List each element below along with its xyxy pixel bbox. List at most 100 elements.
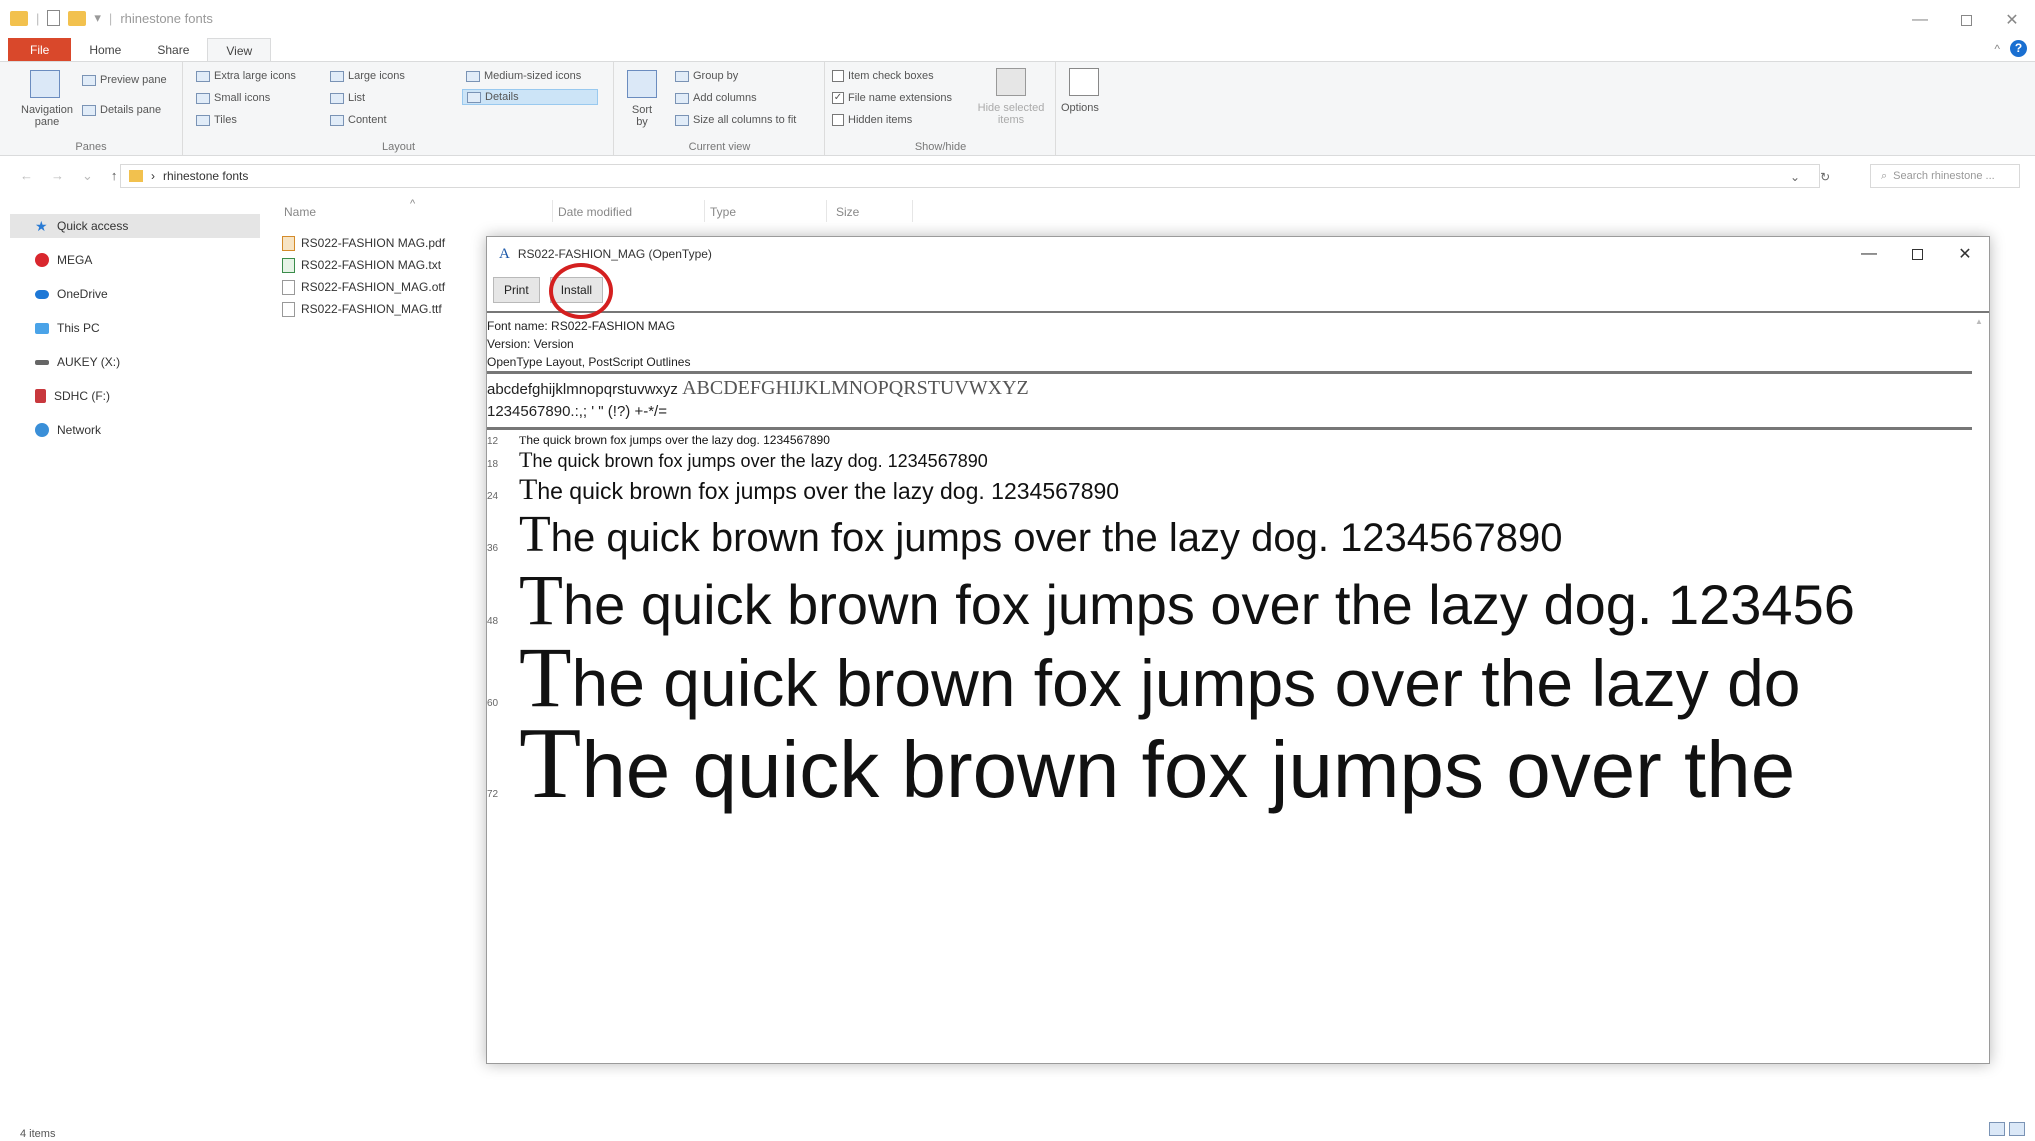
- file-row[interactable]: RS022-FASHION_MAG.ttf: [282, 298, 442, 320]
- address-dropdown-icon[interactable]: ⌄: [1790, 170, 1800, 184]
- sample-size: 18: [487, 459, 499, 470]
- tab-file[interactable]: File: [8, 38, 72, 62]
- minimize-button[interactable]: —: [1897, 0, 1943, 40]
- nav-item-quick-access[interactable]: ★ Quick access: [10, 214, 260, 238]
- preview-pane-label: Preview pane: [100, 74, 167, 86]
- layout-medium-icons[interactable]: Medium-sized icons: [466, 70, 581, 82]
- layout-tiles[interactable]: Tiles: [196, 114, 237, 126]
- hidden-items[interactable]: Hidden items: [832, 114, 912, 126]
- font-window-scrollbar[interactable]: ▲: [1975, 317, 1985, 1057]
- drop-cap: T: [519, 707, 582, 820]
- back-arrow-icon[interactable]: ←: [20, 168, 33, 184]
- font-metadata: Font name: RS022-FASHION MAG Version: Ve…: [487, 317, 690, 371]
- column-size[interactable]: Size: [836, 205, 859, 219]
- options-icon[interactable]: [1069, 68, 1099, 96]
- item-check-boxes[interactable]: Item check boxes: [832, 70, 934, 82]
- layout-content[interactable]: Content: [330, 114, 387, 126]
- collapse-ribbon-icon[interactable]: ^: [1994, 42, 2000, 56]
- font-maximize-button[interactable]: [1893, 237, 1941, 271]
- font-file-icon: [282, 279, 295, 295]
- group-by-label: Group by: [693, 70, 739, 82]
- details-view-icon[interactable]: [1989, 1122, 2005, 1136]
- breadcrumb-chevron-icon[interactable]: ›: [151, 169, 155, 183]
- sort-by-button[interactable]: Sort by: [627, 104, 657, 128]
- group-by-button[interactable]: Group by: [675, 70, 738, 82]
- close-button[interactable]: ✕: [1989, 0, 2035, 40]
- hide-selected-icon[interactable]: [996, 68, 1026, 96]
- column-divider[interactable]: [704, 200, 705, 222]
- hidden-items-checkbox[interactable]: [832, 114, 844, 126]
- details-pane-icon: [82, 104, 96, 116]
- layout-details[interactable]: Details: [462, 89, 598, 105]
- column-divider[interactable]: [552, 200, 553, 222]
- file-name: RS022-FASHION MAG.txt: [301, 258, 442, 272]
- file-row[interactable]: RS022-FASHION MAG.txt: [282, 254, 441, 276]
- nav-item-aukey[interactable]: AUKEY (X:): [10, 350, 260, 374]
- navigation-pane-icon[interactable]: [30, 70, 60, 98]
- sample-text: The quick brown fox jumps over the lazy …: [519, 473, 1119, 507]
- scroll-up-icon[interactable]: ▲: [1975, 317, 1985, 326]
- options-button[interactable]: Options: [1061, 102, 1099, 114]
- add-columns-button[interactable]: Add columns: [675, 92, 757, 104]
- print-button[interactable]: Print: [493, 277, 540, 303]
- ribbon: Navigation pane Preview pane Details pan…: [0, 61, 2035, 156]
- font-close-button[interactable]: ✕: [1941, 237, 1989, 271]
- column-type[interactable]: Type: [710, 205, 736, 219]
- sample-row-24: 24 The quick brown fox jumps over the la…: [487, 473, 1119, 507]
- network-icon: [35, 423, 49, 437]
- column-divider[interactable]: [912, 200, 913, 222]
- quick-access-toolbar: | ▾ | rhinestone fonts: [10, 10, 213, 26]
- layout-extra-large-icons[interactable]: Extra large icons: [196, 70, 296, 82]
- preview-pane-button[interactable]: Preview pane: [82, 74, 167, 86]
- nav-label: Network: [57, 423, 102, 437]
- nav-label: This PC: [57, 321, 100, 335]
- nav-item-network[interactable]: Network: [10, 418, 260, 442]
- sort-by-icon[interactable]: [627, 70, 657, 98]
- address-bar[interactable]: › rhinestone fonts: [120, 164, 1820, 188]
- refresh-icon[interactable]: ↻: [1820, 170, 1830, 184]
- address-bar-row: ← → ⌄ ↑ › rhinestone fonts ⌄ ↻ ⌕ Search …: [0, 160, 2035, 192]
- file-row[interactable]: RS022-FASHION MAG.pdf: [282, 232, 445, 254]
- tab-home[interactable]: Home: [71, 38, 139, 62]
- item-check-boxes-checkbox[interactable]: [832, 70, 844, 82]
- recent-chevron-icon[interactable]: ⌄: [82, 168, 93, 184]
- breadcrumb-path[interactable]: rhinestone fonts: [163, 169, 248, 183]
- file-name-extensions[interactable]: ✓ File name extensions: [832, 92, 952, 104]
- digit-chars: 1234567890.:,; ' " (!?) +-*/=: [487, 403, 667, 420]
- sample-size: 36: [487, 543, 499, 554]
- hide-selected-button[interactable]: Hide selected items: [976, 102, 1046, 126]
- layout-large-icons[interactable]: Large icons: [330, 70, 405, 82]
- sample-body: he quick brown fox jumps over the lazy d…: [532, 451, 988, 471]
- details-pane-button[interactable]: Details pane: [82, 104, 161, 116]
- search-box[interactable]: ⌕ Search rhinestone ...: [1870, 164, 2020, 188]
- layout-list[interactable]: List: [330, 92, 365, 104]
- layout-small-icons[interactable]: Small icons: [196, 92, 270, 104]
- maximize-button[interactable]: [1943, 0, 1989, 40]
- column-date-modified[interactable]: Date modified: [558, 205, 632, 219]
- font-minimize-button[interactable]: —: [1845, 237, 1893, 271]
- nav-item-mega[interactable]: MEGA: [10, 248, 260, 272]
- properties-icon[interactable]: [47, 10, 61, 26]
- nav-item-this-pc[interactable]: This PC: [10, 316, 260, 340]
- column-name[interactable]: Name: [284, 205, 316, 219]
- tab-view[interactable]: View: [207, 38, 272, 62]
- help-icon[interactable]: ?: [2010, 40, 2027, 57]
- text-file-icon: [282, 257, 295, 273]
- new-folder-icon[interactable]: [68, 10, 87, 26]
- sample-body: he quick brown fox jumps over the lazy d…: [550, 516, 1563, 560]
- navigation-pane-button[interactable]: Navigation pane: [16, 104, 78, 128]
- nav-item-onedrive[interactable]: OneDrive: [10, 282, 260, 306]
- forward-arrow-icon[interactable]: →: [51, 168, 64, 184]
- mega-icon: [35, 253, 49, 267]
- extra-large-icons-icon: [196, 70, 210, 82]
- customize-qat-icon[interactable]: ▾: [94, 10, 101, 26]
- tab-share[interactable]: Share: [139, 38, 207, 62]
- column-divider[interactable]: [826, 200, 827, 222]
- star-icon: ★: [35, 218, 48, 234]
- file-name-extensions-checkbox[interactable]: ✓: [832, 92, 844, 104]
- large-icons-view-icon[interactable]: [2009, 1122, 2025, 1136]
- file-row[interactable]: RS022-FASHION_MAG.otf: [282, 276, 445, 298]
- size-columns-button[interactable]: Size all columns to fit: [675, 114, 796, 126]
- up-arrow-icon[interactable]: ↑: [111, 168, 118, 184]
- nav-item-sdhc[interactable]: SDHC (F:): [10, 384, 260, 408]
